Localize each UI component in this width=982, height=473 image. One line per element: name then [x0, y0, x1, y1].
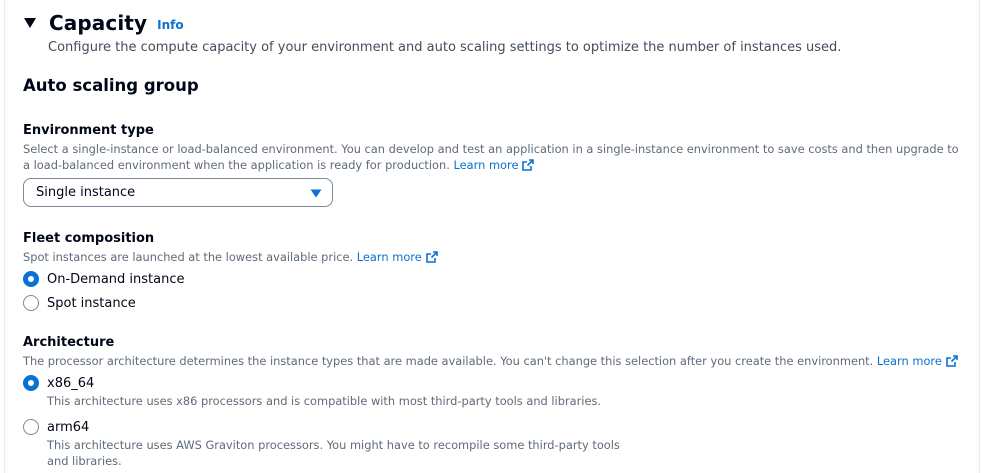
- section-title: Capacity: [49, 11, 148, 35]
- environment-type-select[interactable]: Single instance: [23, 178, 333, 207]
- architecture-label: Architecture: [23, 335, 115, 350]
- arm64-description: This architecture uses AWS Graviton proc…: [47, 438, 620, 468]
- architecture-learn-more-link[interactable]: Learn more: [877, 354, 942, 368]
- radio-label: Spot instance: [47, 295, 136, 311]
- architecture-description: The processor architecture determines th…: [23, 353, 968, 369]
- fleet-composition-description-text: Spot instances are launched at the lowes…: [23, 250, 354, 264]
- section-description: Configure the compute capacity of your e…: [48, 40, 842, 55]
- environment-type-description: Select a single-instance or load-balance…: [23, 141, 968, 173]
- external-link-icon[interactable]: [522, 159, 535, 171]
- environment-type-label: Environment type: [23, 123, 154, 138]
- caret-down-icon[interactable]: [23, 17, 37, 29]
- radio-button[interactable]: [23, 419, 39, 435]
- radio-label: arm64: [47, 419, 90, 435]
- auto-scaling-heading: Auto scaling group: [23, 76, 199, 95]
- dropdown-arrow-icon: [310, 189, 322, 198]
- radio-x86-64[interactable]: x86_64: [23, 375, 94, 391]
- fleet-composition-label: Fleet composition: [23, 231, 155, 246]
- fleet-composition-learn-more-link[interactable]: Learn more: [357, 250, 422, 264]
- radio-label: On-Demand instance: [47, 271, 185, 287]
- radio-button[interactable]: [23, 295, 39, 311]
- radio-spot[interactable]: Spot instance: [23, 295, 136, 311]
- section-header[interactable]: Capacity Info: [23, 11, 184, 35]
- info-link[interactable]: Info: [157, 18, 183, 32]
- radio-on-demand[interactable]: On-Demand instance: [23, 271, 185, 287]
- radio-arm64[interactable]: arm64: [23, 419, 89, 435]
- external-link-icon[interactable]: [425, 251, 438, 263]
- environment-type-selected-value: Single instance: [36, 185, 136, 200]
- radio-label: x86_64: [47, 375, 95, 391]
- external-link-icon[interactable]: [946, 355, 958, 367]
- radio-button-checked[interactable]: [23, 271, 39, 287]
- architecture-description-text: The processor architecture determines th…: [23, 354, 874, 368]
- radio-button-checked[interactable]: [23, 375, 39, 391]
- environment-type-learn-more-link[interactable]: Learn more: [454, 158, 519, 172]
- x86-64-description: This architecture uses x86 processors an…: [47, 394, 602, 408]
- fleet-composition-description: Spot instances are launched at the lowes…: [23, 249, 438, 265]
